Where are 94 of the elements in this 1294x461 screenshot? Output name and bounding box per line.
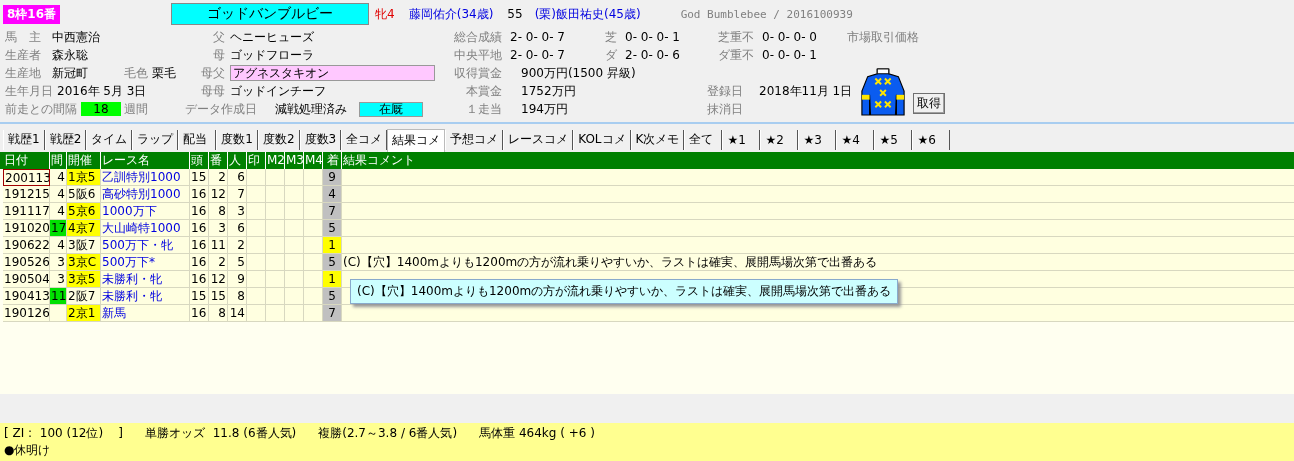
tab[interactable]: 戦歴2 bbox=[44, 129, 87, 150]
column-header: 結果コメント bbox=[342, 151, 416, 169]
tab[interactable]: 度数3 bbox=[299, 129, 342, 150]
tab[interactable]: ラップ bbox=[132, 129, 179, 150]
deregistered-label: 抹消日 bbox=[707, 100, 744, 118]
pedigree-label: 父 bbox=[212, 28, 226, 46]
owner-value: 中西憲治 bbox=[52, 28, 100, 46]
column-header: 着 bbox=[323, 151, 342, 169]
column-header: M2 bbox=[266, 151, 285, 169]
jersey-icon bbox=[860, 66, 906, 116]
tab[interactable]: 結果コメ bbox=[387, 128, 446, 152]
tab[interactable]: 度数2 bbox=[257, 129, 300, 150]
tab[interactable]: ★6 bbox=[912, 129, 951, 150]
column-header: レース名 bbox=[101, 151, 190, 169]
pedigree-value-field: アグネスタキオン bbox=[230, 65, 435, 81]
status-text: [ ZI : 100 (12位) ] bbox=[4, 425, 124, 442]
record-value: 0- 0- 0- 1 bbox=[624, 30, 681, 44]
tab[interactable]: ★3 bbox=[798, 129, 837, 150]
status-text: 単勝オッズ 11.8 (6番人気) bbox=[145, 425, 297, 442]
tab[interactable]: 戦歴1 bbox=[3, 129, 45, 150]
interval-label: 前走との間隔 bbox=[5, 100, 77, 118]
tab[interactable]: ★5 bbox=[874, 129, 913, 150]
record-label: 芝重不 bbox=[717, 28, 755, 46]
english-name-id: God Bumblebee / 2016100939 bbox=[680, 7, 853, 21]
tab[interactable]: ★2 bbox=[760, 129, 799, 150]
breeder-label: 生産者 bbox=[5, 46, 42, 64]
tab[interactable]: タイム bbox=[86, 129, 133, 150]
record-value: 2- 0- 0- 6 bbox=[624, 48, 681, 62]
column-header: M3 bbox=[285, 151, 304, 169]
tab[interactable]: 全て bbox=[684, 129, 723, 150]
column-header: 番 bbox=[209, 151, 228, 169]
status-text: 馬体重 464kg ( +6 ) bbox=[479, 425, 595, 442]
earnings-value: 900万円(1500 昇級) bbox=[520, 64, 637, 82]
market-price-label: 市場取引価格 bbox=[847, 28, 920, 46]
record-value: 0- 0- 0- 1 bbox=[761, 48, 818, 62]
birthplace-value: 新冠町 bbox=[52, 64, 89, 82]
stable-status-box: 在厩 bbox=[359, 101, 423, 117]
birthday-label: 生年月日 bbox=[5, 82, 53, 100]
column-header: 印 bbox=[247, 151, 266, 169]
tab[interactable]: 全コメ bbox=[341, 129, 388, 150]
tab[interactable]: 予想コメ bbox=[445, 129, 504, 150]
tab[interactable]: 配当 bbox=[178, 129, 217, 150]
birthplace-label: 生産地 bbox=[5, 64, 42, 82]
pedigree-value: ヘニーヒューズ bbox=[230, 28, 315, 46]
birthday-value: 2016年 5月 3日 bbox=[57, 82, 147, 100]
record-label: 総合成績 bbox=[453, 28, 503, 46]
interval-weeks-value: 18 bbox=[81, 102, 121, 116]
record-label: ダ重不 bbox=[717, 46, 755, 64]
data-date-label: データ作成日 bbox=[185, 100, 257, 118]
tab[interactable]: レースコメ bbox=[503, 129, 574, 150]
column-header: 頭 bbox=[190, 151, 209, 169]
sex-age-text: 牝4 bbox=[375, 5, 395, 23]
coat-label: 毛色 bbox=[124, 64, 148, 82]
trainer-text: (栗)飯田祐史(45歳) bbox=[534, 5, 641, 23]
tab[interactable]: 度数1 bbox=[216, 129, 258, 150]
horse-name-box: ゴッドバンブルビー bbox=[171, 3, 370, 25]
pedigree-value: ゴッドフローラ bbox=[230, 46, 315, 64]
record-value: 2- 0- 0- 7 bbox=[509, 30, 566, 44]
tab[interactable]: ★4 bbox=[836, 129, 875, 150]
tab[interactable]: KOLコメ bbox=[573, 129, 631, 150]
pedigree-label: 母母 bbox=[200, 82, 226, 100]
record-label: ダ bbox=[604, 46, 618, 64]
earnings-label: １走当 bbox=[465, 100, 503, 118]
coat-value: 栗毛 bbox=[152, 64, 176, 82]
tab[interactable]: ★1 bbox=[722, 129, 761, 150]
earnings-value: 194万円 bbox=[520, 100, 569, 118]
fetch-button[interactable]: 取得 bbox=[913, 93, 945, 114]
earnings-label: 本賞金 bbox=[465, 82, 503, 100]
column-header: 開催 bbox=[67, 151, 101, 169]
column-header: M4 bbox=[304, 151, 323, 169]
record-label: 中央平地 bbox=[453, 46, 503, 64]
pedigree-label: 母 bbox=[212, 46, 226, 64]
earnings-label: 収得賞金 bbox=[453, 64, 503, 82]
record-value: 0- 0- 0- 0 bbox=[761, 30, 818, 44]
owner-label: 馬 主 bbox=[5, 28, 42, 46]
data-date-value: 減戦処理済み bbox=[275, 100, 347, 118]
status-text: 複勝(2.7～3.8 / 6番人気) bbox=[318, 425, 458, 442]
pedigree-value: ゴッドインチーフ bbox=[230, 82, 327, 100]
tab[interactable]: K次メモ bbox=[630, 129, 685, 150]
jockey-text: 藤岡佑介(34歳) bbox=[408, 5, 494, 23]
status-note: ●休明け bbox=[4, 442, 51, 459]
column-header: 日付 bbox=[3, 151, 50, 169]
registered-label: 登録日 bbox=[707, 82, 744, 100]
pedigree-label: 母父 bbox=[200, 64, 226, 82]
column-header: 間 bbox=[50, 151, 67, 169]
weight-text: 55 bbox=[507, 7, 523, 21]
earnings-value: 1752万円 bbox=[520, 82, 577, 100]
weeks-unit-label: 週間 bbox=[124, 100, 148, 118]
comment-tooltip: (C)【穴】1400mよりも1200mの方が流れ乗りやすいか、ラストは確実、展開馬場次第で出番ある bbox=[350, 278, 899, 304]
record-label: 芝 bbox=[604, 28, 618, 46]
breeder-value: 森永聡 bbox=[52, 46, 88, 64]
record-value: 2- 0- 0- 7 bbox=[509, 48, 566, 62]
column-header: 人 bbox=[228, 151, 247, 169]
frame-number-badge: 8枠16番 bbox=[3, 4, 61, 24]
